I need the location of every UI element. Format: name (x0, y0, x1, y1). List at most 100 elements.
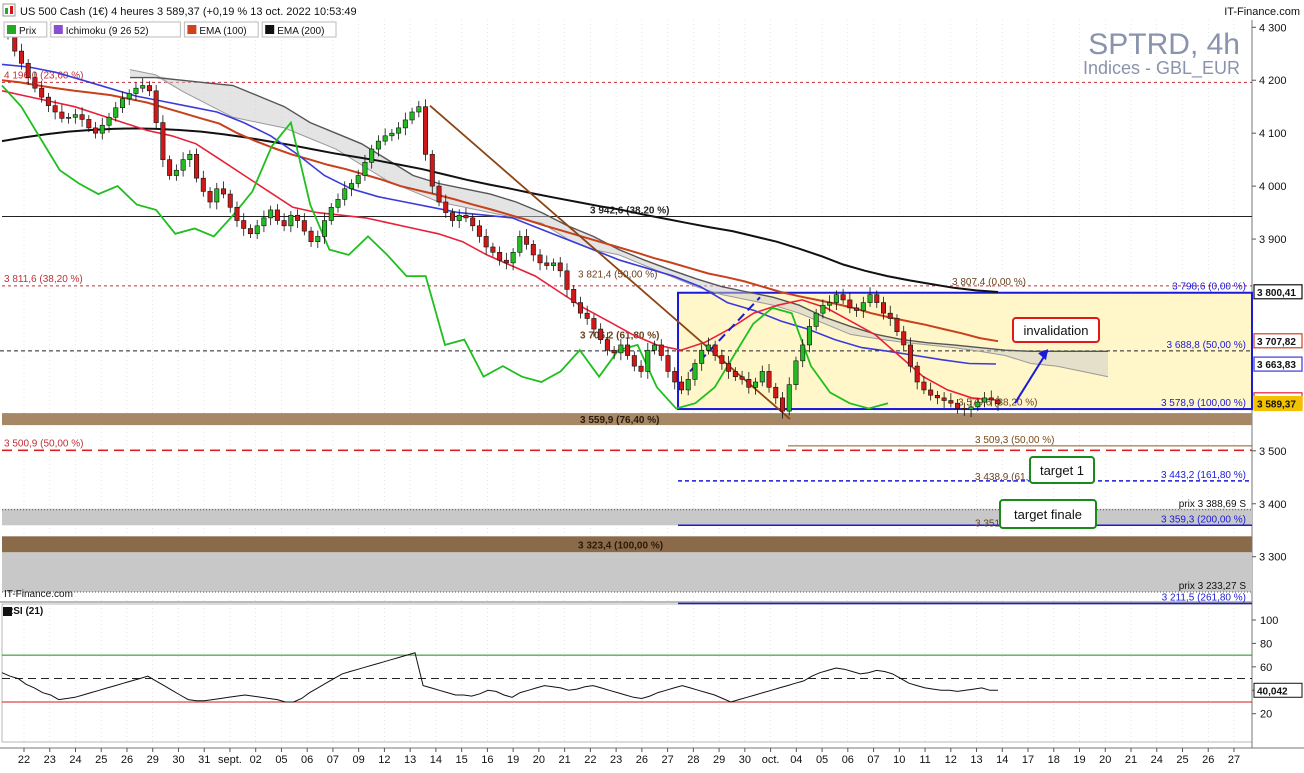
candle-body (827, 302, 833, 306)
candle-body (860, 302, 866, 311)
candle-body (557, 262, 563, 272)
support-zone-lower (2, 552, 1252, 593)
level-label: 4 196,0 (23,60 %) (4, 70, 84, 81)
candle-body (66, 116, 72, 119)
candle-body (672, 371, 678, 383)
candle-body (982, 397, 988, 403)
price-tag-label: 3 663,83 (1257, 360, 1296, 371)
level-label: 3 706,2 (61,80 %) (580, 331, 660, 342)
time-tick-label: 27 (1228, 754, 1240, 766)
rsi-legend-swatch (3, 607, 12, 616)
candle-body (820, 304, 826, 314)
candle-body (254, 225, 260, 235)
candle-body (429, 154, 435, 187)
candle-body (295, 214, 301, 221)
candle-body (712, 344, 718, 356)
level-label: 3 323,4 (100,00 %) (578, 540, 663, 551)
candle-body (793, 360, 799, 385)
candle-body (705, 344, 711, 351)
candle-body (301, 220, 307, 232)
legend-label: EMA (200) (277, 26, 324, 37)
time-tick-label: 06 (842, 754, 854, 766)
candle-body (678, 381, 684, 391)
candle-body (914, 365, 920, 383)
candle-body (530, 244, 536, 256)
candle-body (470, 217, 476, 227)
chart-svg: 4 196,0 (23,60 %)3 942,6 (38,20 %)3 811,… (0, 0, 1304, 768)
time-tick-label: 24 (69, 754, 81, 766)
time-tick-label: 09 (353, 754, 365, 766)
price-tick-label: 4 000 (1259, 181, 1287, 193)
candle-body (598, 328, 604, 340)
candle-body (227, 193, 233, 208)
time-tick-label: 07 (867, 754, 879, 766)
watermark-subtitle: Indices - GBL_EUR (1083, 58, 1240, 79)
level-label: 3 443,2 (161,80 %) (1161, 470, 1246, 481)
time-tick-label: 20 (533, 754, 545, 766)
candle-body (941, 397, 947, 401)
time-tick-label: 14 (996, 754, 1008, 766)
candle-body (658, 344, 664, 356)
candle-body (207, 191, 213, 203)
candle-body (194, 154, 200, 179)
candle (153, 85, 159, 129)
time-tick-label: 16 (481, 754, 493, 766)
candle-body (261, 217, 267, 227)
candle-body (719, 355, 725, 364)
candle-body (901, 331, 907, 346)
candle-body (571, 289, 577, 303)
rsi-tick-label: 60 (1260, 662, 1272, 674)
candle-body (308, 230, 314, 243)
candle-body (948, 400, 954, 404)
time-tick-label: 07 (327, 754, 339, 766)
candle-body (288, 214, 294, 227)
time-tick-label: 04 (790, 754, 802, 766)
candle-body (322, 220, 328, 237)
price-tick-label: 4 200 (1259, 75, 1287, 87)
time-tick-label: 17 (1022, 754, 1034, 766)
time-tick-label: 26 (1202, 754, 1214, 766)
candle-body (584, 312, 590, 319)
candle-body (685, 379, 691, 391)
invalidation: invalidation (1012, 317, 1100, 343)
candle-body (867, 294, 873, 303)
price-tick-label: 4 100 (1259, 128, 1287, 140)
candle-body (537, 254, 543, 264)
level-label: prix 3 388,69 S (1179, 499, 1247, 510)
candle-body (813, 312, 819, 327)
candle-body (779, 397, 785, 412)
rsi-tick-label: 100 (1260, 615, 1278, 627)
candle-body (268, 209, 274, 219)
candle-body (315, 236, 321, 243)
candle-body (921, 381, 927, 391)
time-tick-label: sept. (218, 754, 242, 766)
candle-body (463, 214, 469, 219)
candle-body (638, 365, 644, 372)
legend-item: EMA (100) (183, 21, 259, 38)
candle-body (167, 159, 173, 176)
candle-body (833, 294, 839, 303)
target-finale: target finale (999, 499, 1097, 529)
time-tick-label: 30 (739, 754, 751, 766)
time-tick-label: 20 (1099, 754, 1111, 766)
level-label: 3 578,9 (100,00 %) (1161, 398, 1246, 409)
candle-body (99, 124, 105, 134)
candle-body (766, 371, 772, 388)
price-tick-label: 3 300 (1259, 552, 1287, 564)
candle-body (402, 119, 408, 129)
candle-body (140, 85, 146, 89)
time-tick-label: 12 (945, 754, 957, 766)
candle-body (369, 148, 375, 163)
app-icon-bar2 (10, 6, 13, 14)
level-label: 3 559,9 (76,40 %) (580, 415, 660, 426)
legend-swatch (7, 25, 16, 34)
candle-body (342, 188, 348, 200)
rsi-last-label: 40,042 (1257, 686, 1288, 697)
candle-body (497, 251, 503, 261)
candle-body (510, 251, 516, 264)
candle-body (652, 344, 658, 351)
level-label: 3 688,8 (50,00 %) (1167, 340, 1247, 351)
candle-body (961, 408, 967, 410)
time-tick-label: 06 (301, 754, 313, 766)
level-label: 3 500,9 (50,00 %) (4, 438, 84, 449)
